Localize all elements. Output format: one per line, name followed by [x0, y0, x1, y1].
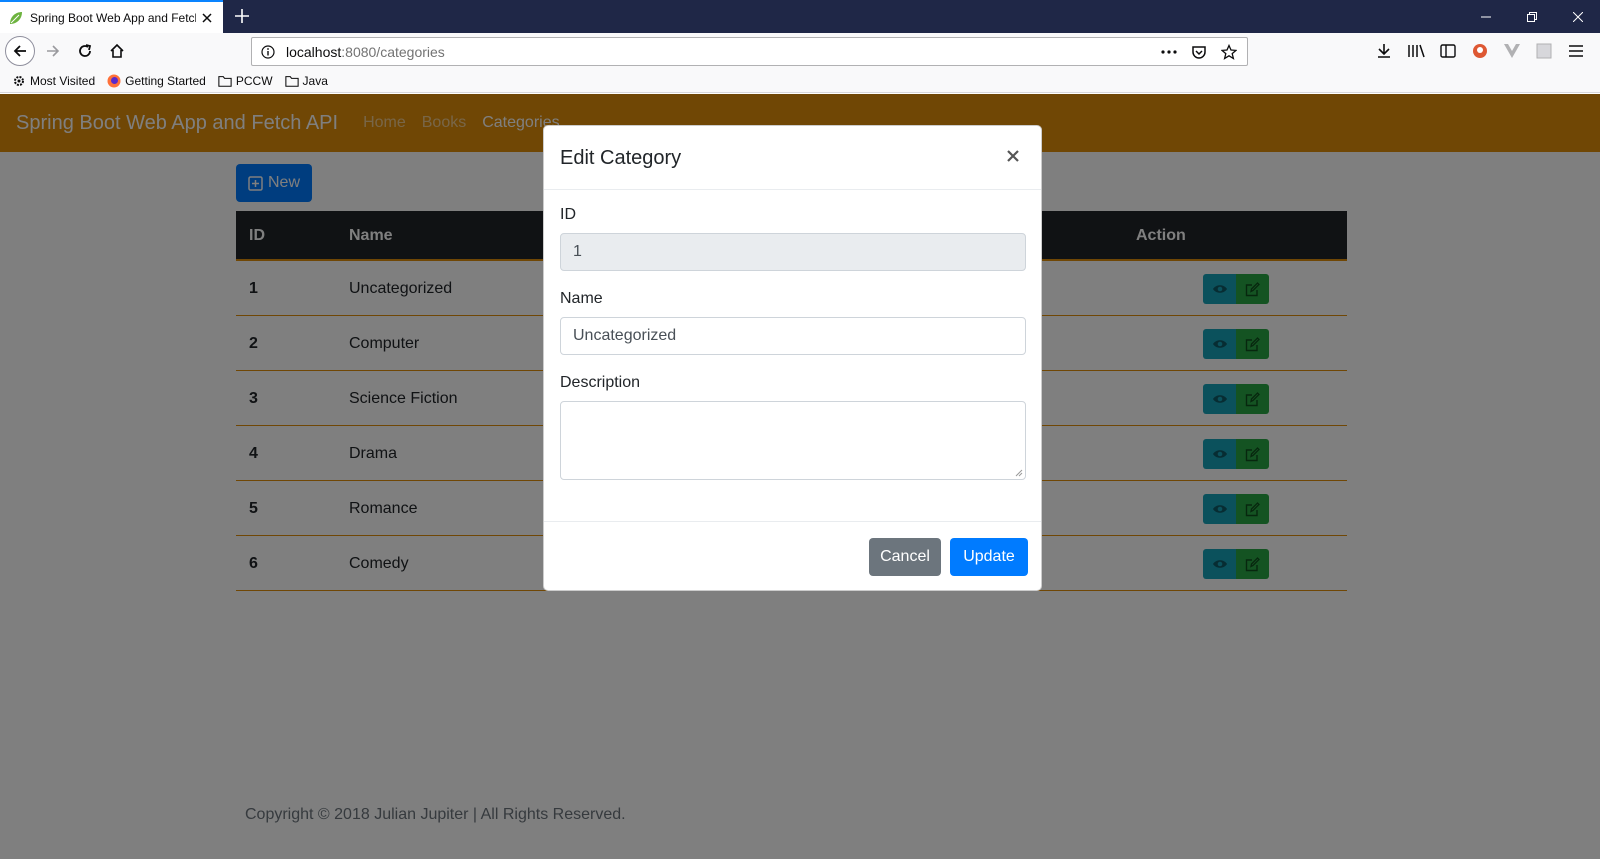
spring-leaf-icon	[8, 10, 24, 26]
close-window-icon[interactable]	[1555, 0, 1600, 33]
close-icon[interactable]	[1001, 144, 1025, 168]
resize-handle-icon[interactable]	[1015, 469, 1023, 477]
folder-icon	[218, 74, 232, 88]
tab-title: Spring Boot Web App and Fetch API	[30, 10, 196, 25]
download-icon[interactable]	[1372, 39, 1396, 63]
cancel-button[interactable]: Cancel	[869, 538, 941, 576]
id-label: ID	[560, 206, 576, 223]
browser-toolbar: localhost:8080/categories	[0, 33, 1600, 69]
update-button[interactable]: Update	[950, 538, 1028, 576]
modal-title: Edit Category	[560, 147, 682, 169]
bookmarks-toolbar: Most Visited Getting Started PCCW Java	[0, 69, 1600, 93]
extension-icon[interactable]	[1532, 39, 1556, 63]
modal-footer: Cancel Update	[544, 521, 1041, 591]
reload-icon[interactable]	[71, 37, 99, 65]
close-tab-icon[interactable]	[199, 10, 215, 26]
edit-category-modal: Edit Category ID 1 Name Uncategorized De…	[543, 125, 1042, 591]
description-label: Description	[560, 374, 641, 391]
new-tab-icon[interactable]	[232, 6, 252, 26]
firefox-icon	[107, 74, 121, 88]
description-textarea[interactable]	[560, 401, 1026, 480]
url-bar[interactable]: localhost:8080/categories	[251, 37, 1248, 66]
bookmark-pccw[interactable]: PCCW	[218, 74, 273, 88]
bookmark-star-icon[interactable]	[1219, 42, 1239, 62]
forward-icon[interactable]	[39, 37, 67, 65]
restore-icon[interactable]	[1509, 0, 1555, 33]
vue-devtools-icon[interactable]	[1500, 39, 1524, 63]
sidebar-icon[interactable]	[1436, 39, 1460, 63]
bookmark-getting-started[interactable]: Getting Started	[107, 74, 206, 88]
id-field: 1	[560, 233, 1026, 271]
page-actions-icon[interactable]	[1159, 42, 1179, 62]
menu-icon[interactable]	[1564, 39, 1588, 63]
home-icon[interactable]	[103, 37, 131, 65]
info-icon[interactable]	[260, 44, 276, 60]
library-icon[interactable]	[1404, 39, 1428, 63]
duckduckgo-icon[interactable]	[1468, 39, 1492, 63]
gear-icon	[12, 74, 26, 88]
back-icon[interactable]	[5, 36, 35, 66]
browser-tab-strip: Spring Boot Web App and Fetch API	[0, 0, 1600, 33]
folder-icon	[284, 74, 299, 88]
name-label: Name	[560, 290, 603, 307]
bookmark-most-visited[interactable]: Most Visited	[12, 74, 95, 88]
pocket-icon[interactable]	[1189, 42, 1209, 62]
name-field[interactable]: Uncategorized	[560, 317, 1026, 355]
bookmark-java[interactable]: Java	[284, 74, 328, 88]
browser-tab[interactable]: Spring Boot Web App and Fetch API	[0, 0, 223, 33]
url-text: localhost:8080/categories	[286, 43, 445, 60]
modal-header: Edit Category	[544, 126, 1041, 190]
minimize-icon[interactable]	[1463, 0, 1509, 33]
